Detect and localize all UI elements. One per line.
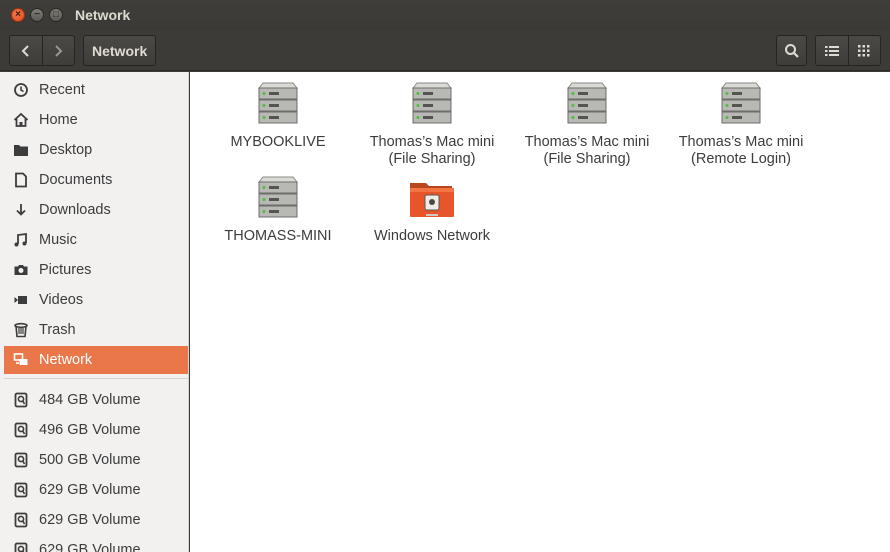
sidebar: Recent Home Desktop Documents Downloads … [0,72,189,552]
sidebar-item-label: Videos [39,292,84,308]
sidebar-item-downloads[interactable]: Downloads [4,196,188,224]
search-icon [784,43,799,58]
item-label: THOMASS-MINI [224,228,332,244]
server-icon [254,80,302,128]
sidebar-item-music[interactable]: Music [4,226,188,254]
sidebar-item-documents[interactable]: Documents [4,166,188,194]
server-icon [408,80,456,128]
list-view-button[interactable] [816,36,848,65]
sidebar-item-label: Trash [39,322,76,338]
sidebar-item-label: Documents [39,172,113,188]
sidebar-item-volume[interactable]: 629 GB Volume [4,506,188,534]
trash-icon [12,321,30,339]
camera-icon [12,261,30,279]
sidebar-item-label: Network [39,352,93,368]
minimize-window-button[interactable]: − [30,8,44,22]
server-icon [254,174,302,222]
chevron-left-icon [21,44,29,57]
sidebar-item-label: 629 GB Volume [39,512,141,528]
network-icon [12,351,30,369]
sidebar-item-label: 496 GB Volume [39,422,141,438]
grid-view-button[interactable] [847,36,881,65]
sidebar-item-label: Recent [39,82,85,98]
network-item[interactable]: Thomas’s Mac mini (File Sharing) [357,80,507,168]
document-icon [12,171,30,189]
sidebar-divider [4,378,188,379]
search-button[interactable] [776,35,807,66]
back-button[interactable] [10,36,42,65]
list-view-icon [824,45,839,56]
sidebar-item-label: 500 GB Volume [39,452,141,468]
sidebar-item-videos[interactable]: Videos [4,286,188,314]
drive-icon [12,541,30,552]
sidebar-item-label: Pictures [39,262,92,278]
network-item[interactable]: Windows Network [357,174,507,245]
music-icon [12,231,30,249]
sidebar-item-label: 484 GB Volume [39,392,141,408]
drive-icon [12,421,30,439]
sidebar-item-volume[interactable]: 500 GB Volume [4,446,188,474]
sidebar-item-volume[interactable]: 629 GB Volume [4,536,188,552]
maximize-window-button[interactable]: □ [49,8,63,22]
drive-icon [12,451,30,469]
sidebar-item-network[interactable]: Network [4,346,188,374]
view-toggle [815,35,881,66]
sidebar-item-trash[interactable]: Trash [4,316,188,344]
history-nav [9,35,75,66]
sidebar-item-label: 629 GB Volume [39,482,141,498]
sidebar-item-desktop[interactable]: Desktop [4,136,188,164]
drive-icon [12,481,30,499]
network-item[interactable]: Thomas’s Mac mini (File Sharing) [512,80,662,168]
server-icon [563,80,611,128]
chevron-right-icon [55,44,63,57]
forward-button[interactable] [41,36,75,65]
sidebar-item-recent[interactable]: Recent [4,76,188,104]
server-icon [717,80,765,128]
file-manager-window: × − □ Network Network Recent Home Deskto… [0,0,890,552]
title-bar: × − □ Network [0,0,890,30]
folder-icon [12,141,30,159]
sidebar-item-label: Downloads [39,202,111,218]
drive-icon [12,511,30,529]
download-icon [12,201,30,219]
breadcrumb-network[interactable]: Network [83,35,157,66]
sidebar-item-volume[interactable]: 629 GB Volume [4,476,188,504]
grid-view-icon [858,44,870,56]
item-label: Thomas’s Mac mini (File Sharing) [369,134,495,167]
network-folder-icon [408,174,456,222]
network-item[interactable]: MYBOOKLIVE [203,80,353,151]
network-item[interactable]: THOMASS-MINI [203,174,353,245]
window-title: Network [75,7,131,23]
item-label: Windows Network [373,228,491,244]
item-label: Thomas’s Mac mini (Remote Login) [678,134,804,167]
clock-icon [12,81,30,99]
network-item[interactable]: Thomas’s Mac mini (Remote Login) [666,80,816,168]
sidebar-item-label: Desktop [39,142,93,158]
close-window-button[interactable]: × [11,8,25,22]
sidebar-item-label: Music [39,232,77,248]
sidebar-item-volume[interactable]: 496 GB Volume [4,416,188,444]
item-label: Thomas’s Mac mini (File Sharing) [524,134,650,167]
drive-icon [12,391,30,409]
sidebar-item-pictures[interactable]: Pictures [4,256,188,284]
sidebar-item-home[interactable]: Home [4,106,188,134]
sidebar-item-label: 629 GB Volume [39,542,141,552]
video-icon [12,291,30,309]
network-view: MYBOOKLIVE Thomas’s Mac mini (File Shari… [190,72,890,552]
toolbar: Network [0,30,890,71]
home-icon [12,111,30,129]
item-label: MYBOOKLIVE [230,134,326,150]
sidebar-item-volume[interactable]: 484 GB Volume [4,386,188,414]
sidebar-item-label: Home [39,112,78,128]
